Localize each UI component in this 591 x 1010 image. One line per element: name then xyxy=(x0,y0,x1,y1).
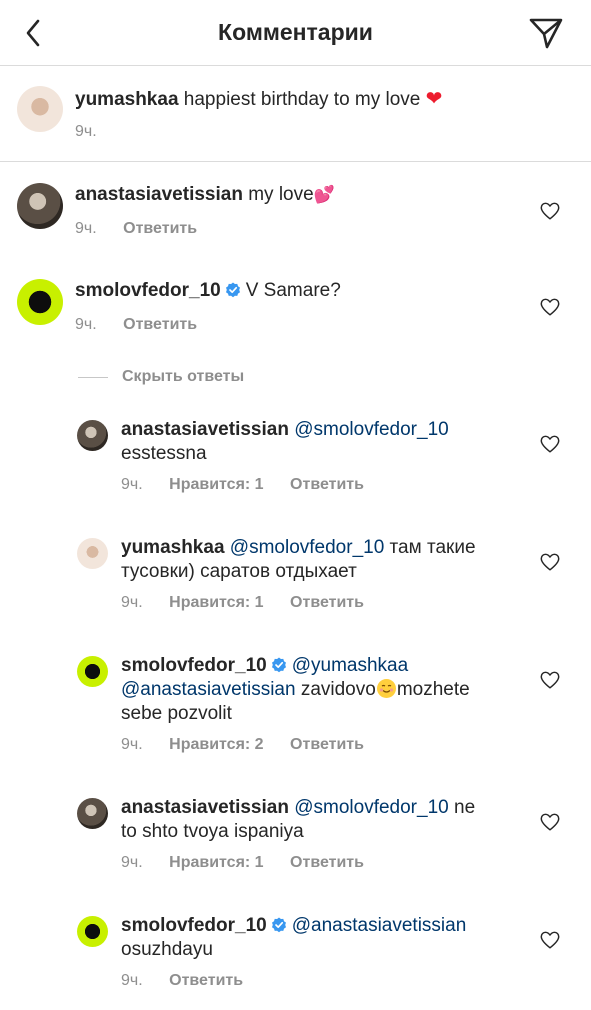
heart-outline-icon[interactable] xyxy=(539,433,561,455)
avatar[interactable] xyxy=(77,656,108,687)
reply-meta: 9ч. Ответить xyxy=(121,971,265,991)
heart-outline-icon[interactable] xyxy=(539,811,561,833)
comment-body: V Samare? xyxy=(245,280,341,301)
reply-text: anastasiavetissian @smolovfedor_10 esste… xyxy=(121,418,449,466)
username[interactable]: anastasiavetissian xyxy=(75,184,243,205)
reply-body: zavidovo xyxy=(295,679,376,700)
reply-body: osuzhdayu xyxy=(121,939,213,960)
username[interactable]: anastasiavetissian xyxy=(121,419,289,440)
timestamp: 9ч. xyxy=(121,736,143,753)
comment-body: my love xyxy=(248,184,314,205)
likes-count[interactable]: Нравится: 2 xyxy=(169,736,263,753)
share-button[interactable] xyxy=(527,16,565,50)
username[interactable]: yumashkaa xyxy=(121,537,225,558)
smiling-face-emoji xyxy=(376,679,396,698)
heart-outline-icon[interactable] xyxy=(539,669,561,691)
reply-body-tail: mozhete xyxy=(396,679,470,700)
reply-button[interactable]: Ответить xyxy=(123,220,197,237)
mention-link[interactable]: @anastasiavetissian xyxy=(121,679,296,700)
heart-outline-icon[interactable] xyxy=(539,200,561,222)
comment-meta: 9ч. Ответить xyxy=(75,315,219,335)
reply-meta: 9ч. Нравится: 1 Ответить xyxy=(121,593,386,613)
reply-button[interactable]: Ответить xyxy=(123,316,197,333)
likes-count[interactable]: Нравится: 1 xyxy=(169,594,263,611)
avatar[interactable] xyxy=(17,86,63,132)
heart-outline-icon[interactable] xyxy=(539,551,561,573)
timestamp: 9ч. xyxy=(121,594,143,611)
reply-body: ne xyxy=(448,797,476,818)
mention-link[interactable]: @anastasiavetissian xyxy=(292,915,467,936)
mention-link[interactable]: @smolovfedor_10 xyxy=(294,419,448,440)
mention-link[interactable]: @yumashkaa xyxy=(292,655,408,676)
divider xyxy=(78,376,108,378)
timestamp: 9ч. xyxy=(121,854,143,871)
username[interactable]: yumashkaa xyxy=(75,89,179,110)
timestamp: 9ч. xyxy=(121,972,143,989)
paper-plane-icon xyxy=(529,18,563,49)
hide-replies-button[interactable]: Скрыть ответы xyxy=(78,367,244,387)
reply-meta: 9ч. Нравится: 1 Ответить xyxy=(121,853,386,873)
caption-meta: 9ч. xyxy=(75,122,119,142)
post-caption: yumashkaa happiest birthday to my love ❤… xyxy=(0,66,591,162)
reply-body: esstessna xyxy=(121,443,207,464)
heart-outline-icon[interactable] xyxy=(539,929,561,951)
avatar[interactable] xyxy=(77,538,108,569)
hide-replies-label: Скрыть ответы xyxy=(122,368,245,385)
avatar[interactable] xyxy=(17,183,63,229)
verified-badge-icon xyxy=(225,282,240,298)
reply-button[interactable]: Ответить xyxy=(169,972,243,989)
likes-count[interactable]: Нравится: 1 xyxy=(169,476,263,493)
timestamp: 9ч. xyxy=(75,123,97,140)
comment-text: anastasiavetissian my love💕 xyxy=(75,183,335,207)
reply-button[interactable]: Ответить xyxy=(290,854,364,871)
verified-badge-icon xyxy=(271,657,286,673)
verified-badge-icon xyxy=(271,917,286,933)
reply-body-cont: тусовки) саратов отдыхает xyxy=(121,561,357,582)
username[interactable]: anastasiavetissian xyxy=(121,797,289,818)
reply: anastasiavetissian @smolovfedor_10 esste… xyxy=(0,418,591,518)
reply-meta: 9ч. Нравится: 1 Ответить xyxy=(121,475,386,495)
caption-text: yumashkaa happiest birthday to my love ❤ xyxy=(75,86,442,112)
reply-button[interactable]: Ответить xyxy=(290,736,364,753)
reply: anastasiavetissian @smolovfedor_10 ne to… xyxy=(0,796,591,896)
timestamp: 9ч. xyxy=(75,220,97,237)
two-hearts-emoji: 💕 xyxy=(313,185,335,205)
reply-button[interactable]: Ответить xyxy=(290,594,364,611)
mention-link[interactable]: @smolovfedor_10 xyxy=(294,797,448,818)
heart-outline-icon[interactable] xyxy=(539,296,561,318)
comment: smolovfedor_10 V Samare? 9ч. Ответить xyxy=(0,258,591,354)
reply-text: yumashkaa @smolovfedor_10 там такие тусо… xyxy=(121,536,476,584)
reply: smolovfedor_10 @anastasiavetissian osuzhd… xyxy=(0,914,591,1010)
username[interactable]: smolovfedor_10 xyxy=(121,655,267,676)
caption-body: happiest birthday to my love xyxy=(183,89,426,110)
reply: smolovfedor_10 @yumashkaa @anastasiavetis… xyxy=(0,654,591,774)
comment-meta: 9ч. Ответить xyxy=(75,219,219,239)
comment-text: smolovfedor_10 V Samare? xyxy=(75,279,341,303)
heart-emoji: ❤ xyxy=(425,86,443,110)
top-bar: Комментарии xyxy=(0,0,591,66)
reply-text: smolovfedor_10 @anastasiavetissian osuzhd… xyxy=(121,914,466,962)
comment: anastasiavetissian my love💕 9ч. Ответить xyxy=(0,162,591,258)
mention-link[interactable]: @smolovfedor_10 xyxy=(230,537,384,558)
page-title: Комментарии xyxy=(218,19,373,45)
likes-count[interactable]: Нравится: 1 xyxy=(169,854,263,871)
reply-text: smolovfedor_10 @yumashkaa @anastasiavetis… xyxy=(121,654,470,726)
reply-body-cont: to shto tvoya ispaniya xyxy=(121,821,304,842)
username[interactable]: smolovfedor_10 xyxy=(75,280,221,301)
timestamp: 9ч. xyxy=(75,316,97,333)
reply-text: anastasiavetissian @smolovfedor_10 ne to… xyxy=(121,796,475,844)
reply-button[interactable]: Ответить xyxy=(290,476,364,493)
avatar[interactable] xyxy=(77,916,108,947)
reply-meta: 9ч. Нравится: 2 Ответить xyxy=(121,735,386,755)
timestamp: 9ч. xyxy=(121,476,143,493)
avatar[interactable] xyxy=(77,420,108,451)
avatar[interactable] xyxy=(77,798,108,829)
reply-body: там такие xyxy=(384,537,476,558)
reply: yumashkaa @smolovfedor_10 там такие тусо… xyxy=(0,536,591,636)
username[interactable]: smolovfedor_10 xyxy=(121,915,267,936)
avatar[interactable] xyxy=(17,279,63,325)
reply-body-cont: sebe pozvolit xyxy=(121,703,232,724)
